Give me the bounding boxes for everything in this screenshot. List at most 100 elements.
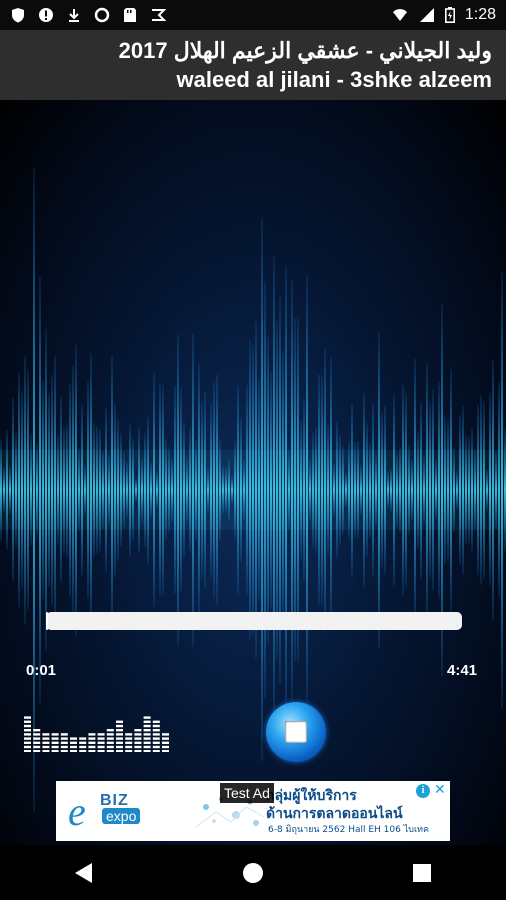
equalizer-segment [24,720,31,723]
equalizer-segment [42,750,50,752]
equalizer-segment [125,750,133,752]
equalizer-segment [24,741,31,744]
download-icon [69,9,79,22]
equalizer-segment [106,733,114,736]
equalizer-segment [162,737,169,740]
equalizer-segment [143,741,151,744]
equalizer-segment [116,729,123,732]
equalizer-segment [134,729,142,732]
equalizer-segment [125,733,133,736]
equalizer-segment [33,737,41,740]
status-left-icons [10,7,166,23]
equalizer-segment [24,716,31,719]
equalizer-segment [79,750,87,752]
equalizer-segment [152,733,160,736]
wifi-icon [392,9,407,21]
equalizer-segment [106,737,114,740]
equalizer-segment [51,733,59,736]
equalizer-segment [106,745,114,749]
nav-back-button[interactable] [54,853,114,893]
stop-icon [285,721,307,743]
equalizer-segment [162,733,169,736]
equalizer-segment [143,745,151,749]
back-icon [75,862,93,883]
seek-bar[interactable] [46,612,462,630]
equalizer-segment [42,741,50,744]
status-bar: 1:28 [0,0,506,30]
equalizer-segment [60,741,68,744]
equalizer-segment [106,750,114,752]
track-title-bar: وليد الجيلاني - عشقي الزعيم الهلال 2017 … [0,30,506,100]
battery-icon [444,7,455,23]
ad-info-icon[interactable]: i [416,784,430,798]
equalizer-segment [33,729,41,732]
equalizer-segment [42,737,50,740]
equalizer-segment [143,729,151,732]
status-time: 1:28 [464,6,496,23]
equalizer-segment [24,750,31,752]
stop-button[interactable] [266,702,326,762]
equalizer-segment [60,745,68,749]
equalizer-segment [88,750,96,752]
equalizer-segment [79,745,87,749]
equalizer-segment [162,741,169,744]
equalizer-segment [152,741,160,744]
equalizer-segment [134,741,142,744]
equalizer-segment [88,745,96,749]
equalizer-segment [97,737,105,740]
equalizer-segment [125,737,133,740]
ad-logo: e BIZ expo [62,786,182,834]
home-icon [242,862,263,883]
equalizer-segment [152,720,160,723]
equalizer-segment [152,737,160,740]
equalizer-segment [152,750,160,752]
recents-icon [412,863,431,882]
nav-home-button[interactable] [223,853,283,893]
nav-recents-button[interactable] [392,853,452,893]
equalizer-icon[interactable] [24,712,174,752]
equalizer-segment [116,750,123,752]
equalizer-segment [70,750,77,752]
ad-logo-expo: expo [102,808,141,824]
equalizer-segment [60,733,68,736]
equalizer-segment [88,741,96,744]
equalizer-segment [116,733,123,736]
seek-bar-progress [46,612,48,630]
equalizer-segment [143,750,151,752]
equalizer-segment [24,745,31,749]
equalizer-segment [24,724,31,728]
equalizer-segment [33,750,41,752]
equalizer-segment [51,745,59,749]
equalizer-segment [88,733,96,736]
ad-date-line: 6-8 มิถุนายน 2562 Hall EH 106 ไบเทค [268,825,429,835]
ad-banner[interactable]: e BIZ expo กลุ่มผู้ให้บริการ ด้านการตลาด… [56,781,450,841]
equalizer-segment [97,741,105,744]
equalizer-segment [97,745,105,749]
equalizer-segment [70,737,77,740]
equalizer-segment [152,745,160,749]
equalizer-segment [116,737,123,740]
equalizer-segment [51,750,59,752]
equalizer-segment [143,716,151,719]
flag-icon [152,9,166,21]
equalizer-segment [143,737,151,740]
equalizer-segment [134,750,142,752]
equalizer-segment [134,737,142,740]
navigation-bar [0,845,506,900]
alert-icon [39,8,53,22]
equalizer-segment [152,729,160,732]
ad-close-icon[interactable]: ✕ [434,782,446,798]
equalizer-segment [116,720,123,723]
equalizer-segment [51,737,59,740]
equalizer-segment [60,750,68,752]
equalizer-segment [116,745,123,749]
equalizer-segment [162,745,169,749]
equalizer-segment [116,724,123,728]
equalizer-segment [88,737,96,740]
equalizer-segment [70,745,77,749]
equalizer-segment [143,720,151,723]
signal-icon [419,8,434,22]
equalizer-segment [106,729,114,732]
equalizer-segment [134,745,142,749]
equalizer-segment [60,737,68,740]
